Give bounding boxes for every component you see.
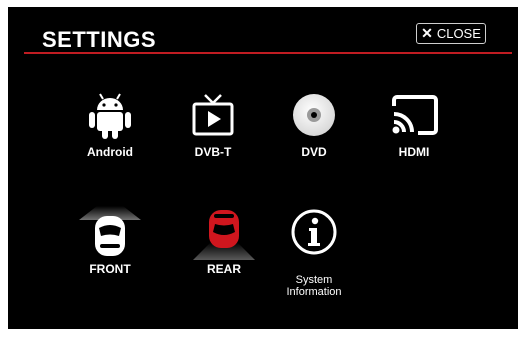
settings-screen: SETTINGS ✕ CLOSE Android DVB-T DVD HDMI … xyxy=(8,7,518,329)
tile-label: HDMI xyxy=(398,145,430,159)
front-camera-tile[interactable]: FRONT xyxy=(70,206,150,286)
system-information-tile[interactable]: System Information xyxy=(274,206,354,298)
android-tile[interactable]: Android xyxy=(70,89,150,169)
tile-label: REAR xyxy=(206,262,241,276)
close-label: CLOSE xyxy=(436,26,481,41)
cast-icon xyxy=(374,89,454,141)
tv-icon xyxy=(173,89,253,141)
dvbt-tile[interactable]: DVB-T xyxy=(173,89,253,169)
tile-label: DVB-T xyxy=(194,145,232,159)
rear-camera-tile[interactable]: REAR xyxy=(184,206,264,286)
android-icon xyxy=(70,89,150,141)
car-front-icon xyxy=(70,206,150,258)
page-title: SETTINGS xyxy=(42,27,157,52)
header-divider xyxy=(24,52,512,54)
close-button[interactable]: ✕ CLOSE xyxy=(416,23,486,44)
tile-label-text: System Information xyxy=(286,274,342,298)
info-icon xyxy=(274,206,354,258)
close-icon: ✕ xyxy=(421,25,433,41)
tile-label: System Information xyxy=(264,262,364,298)
tile-label: FRONT xyxy=(89,262,131,276)
dvd-tile[interactable]: DVD xyxy=(274,89,354,169)
car-rear-icon xyxy=(184,206,264,260)
tile-label: Android xyxy=(87,145,133,159)
disc-icon xyxy=(274,89,354,141)
hdmi-tile[interactable]: HDMI xyxy=(374,89,454,169)
tile-label: DVD xyxy=(301,145,327,159)
